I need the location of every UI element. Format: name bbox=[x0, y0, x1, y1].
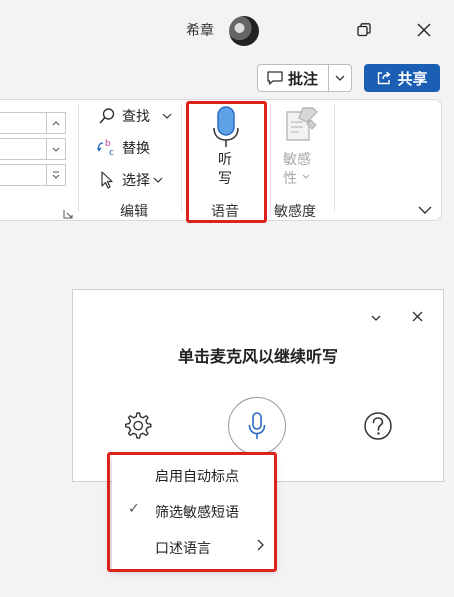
dictate-label-line2: 写 bbox=[218, 171, 232, 187]
group-separator bbox=[334, 104, 335, 212]
close-icon bbox=[412, 311, 423, 322]
sensitivity-label-line1: 敏感 bbox=[283, 152, 311, 168]
gear-icon bbox=[125, 412, 152, 439]
replace-label: 替换 bbox=[122, 141, 150, 157]
editing-group-label: 编辑 bbox=[120, 204, 148, 220]
group-separator bbox=[78, 104, 79, 212]
share-label: 共享 bbox=[397, 69, 428, 88]
help-icon bbox=[364, 412, 392, 440]
comments-label: 批注 bbox=[288, 69, 319, 88]
chevron-down-icon bbox=[418, 206, 432, 214]
help-button[interactable] bbox=[363, 411, 393, 445]
settings-button[interactable] bbox=[122, 411, 152, 445]
microphone-button[interactable] bbox=[228, 397, 286, 455]
search-icon bbox=[96, 107, 118, 125]
chevron-down-icon[interactable] bbox=[162, 113, 172, 119]
select-button[interactable]: 选择 bbox=[96, 169, 163, 191]
find-label: 查找 bbox=[122, 109, 150, 125]
avatar[interactable] bbox=[229, 16, 259, 46]
panel-menu-button[interactable] bbox=[371, 306, 381, 325]
chevron-down-icon bbox=[335, 75, 345, 81]
close-window-icon bbox=[417, 23, 431, 37]
comment-icon bbox=[267, 71, 283, 85]
gallery-scroll-up[interactable] bbox=[46, 112, 66, 134]
share-icon bbox=[378, 71, 392, 85]
sensitivity-label-line2: 性 bbox=[283, 171, 297, 187]
close-window-button[interactable] bbox=[412, 18, 436, 42]
find-button[interactable]: 查找 bbox=[96, 105, 172, 127]
microphone-icon bbox=[213, 106, 239, 147]
chevron-down-icon[interactable] bbox=[153, 177, 163, 183]
gallery-scroll-down[interactable] bbox=[46, 138, 66, 160]
sensitivity-group-label: 敏感度 bbox=[274, 204, 316, 220]
comments-button[interactable]: 批注 bbox=[257, 64, 352, 92]
microphone-icon bbox=[248, 412, 266, 439]
user-name: 希章 bbox=[186, 23, 214, 39]
comments-dropdown[interactable] bbox=[328, 65, 351, 91]
collapse-ribbon-button[interactable] bbox=[418, 200, 432, 219]
voice-group-label: 语音 bbox=[211, 204, 239, 220]
cursor-arrow-icon bbox=[96, 170, 118, 190]
group-separator bbox=[270, 104, 271, 212]
dictate-label-line1: 听 bbox=[218, 152, 232, 168]
restore-window-button[interactable] bbox=[352, 18, 376, 42]
replace-button[interactable]: b c 替换 bbox=[96, 137, 150, 159]
restore-window-icon bbox=[357, 23, 371, 37]
sensitivity-icon bbox=[286, 107, 318, 141]
share-button[interactable]: 共享 bbox=[364, 64, 440, 92]
panel-title: 单击麦克风以继续听写 bbox=[177, 347, 338, 366]
chevron-down-icon bbox=[302, 174, 310, 179]
menu-highlight bbox=[107, 452, 277, 572]
replace-icon: b c bbox=[96, 138, 118, 158]
dictate-button[interactable] bbox=[211, 106, 241, 152]
gallery-more[interactable] bbox=[46, 164, 66, 186]
chevron-down-icon bbox=[52, 147, 60, 152]
chevron-down-icon bbox=[371, 315, 381, 321]
panel-close-button[interactable] bbox=[412, 307, 423, 326]
more-icon bbox=[52, 171, 60, 179]
select-label: 选择 bbox=[122, 173, 150, 189]
styles-dialog-launcher[interactable] bbox=[63, 204, 73, 223]
group-separator bbox=[181, 104, 182, 212]
svg-text:c: c bbox=[109, 148, 114, 158]
dialog-launcher-icon bbox=[63, 210, 73, 219]
chevron-up-icon bbox=[52, 120, 60, 125]
sensitivity-button[interactable] bbox=[285, 106, 319, 148]
